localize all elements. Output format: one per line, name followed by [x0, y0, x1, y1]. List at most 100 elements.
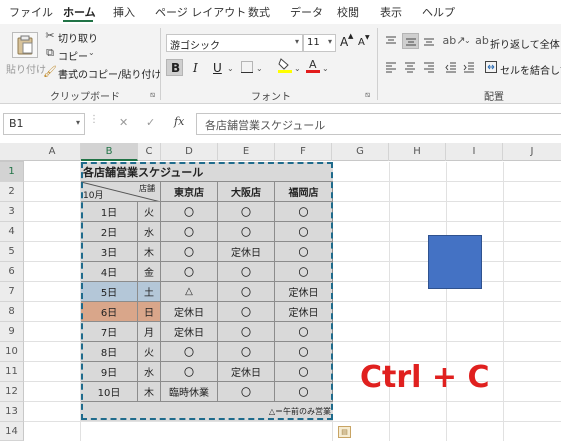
increase-indent-icon[interactable]: [462, 60, 476, 74]
row-header-8[interactable]: 8: [0, 302, 24, 322]
chevron-down-icon[interactable]: ⌄: [464, 36, 471, 45]
paste-button[interactable]: 貼り付け: [6, 61, 46, 76]
row-header-13[interactable]: 13: [0, 402, 24, 422]
table-title[interactable]: 各店舗営業スケジュール: [81, 162, 333, 182]
osaka-cell[interactable]: 〇: [218, 282, 275, 302]
align-center-icon[interactable]: [403, 60, 417, 74]
row-header-5[interactable]: 5: [0, 242, 24, 262]
chevron-down-icon[interactable]: ⌄: [227, 64, 234, 73]
cancel-icon[interactable]: ✕: [119, 116, 128, 129]
font-name-combo[interactable]: 游ゴシック ▾: [166, 34, 303, 52]
paste-options-icon[interactable]: ▤: [338, 426, 351, 438]
day-cell[interactable]: 1日: [81, 202, 138, 222]
tokyo-cell[interactable]: 〇: [161, 342, 218, 362]
font-color-icon[interactable]: A: [306, 57, 320, 73]
formula-bar-grip-icon[interactable]: ⋮: [89, 114, 99, 125]
tab-file[interactable]: ファイル: [9, 4, 53, 20]
dow-cell[interactable]: 土: [138, 282, 161, 302]
day-cell[interactable]: 7日: [81, 322, 138, 342]
cut-button[interactable]: 切り取り: [58, 30, 98, 45]
row-header-4[interactable]: 4: [0, 222, 24, 242]
align-middle-button[interactable]: [402, 33, 419, 49]
osaka-cell[interactable]: 〇: [218, 302, 275, 322]
osaka-cell[interactable]: 〇: [218, 262, 275, 282]
osaka-cell[interactable]: 〇: [218, 382, 275, 402]
chevron-down-icon[interactable]: ⌄: [322, 64, 329, 73]
fukuoka-cell[interactable]: 〇: [275, 222, 333, 242]
tab-page-layout[interactable]: ページ レイアウト: [155, 4, 246, 20]
row-header-11[interactable]: 11: [0, 362, 24, 382]
font-size-combo[interactable]: 11 ▾: [303, 34, 336, 52]
name-box[interactable]: B1 ▾: [3, 113, 85, 135]
column-header-c[interactable]: C: [138, 143, 161, 161]
borders-icon[interactable]: [240, 60, 254, 74]
fukuoka-cell[interactable]: 〇: [275, 342, 333, 362]
tab-review[interactable]: 校閲: [337, 4, 359, 20]
font-launcher-icon[interactable]: ⧅: [365, 90, 370, 100]
dow-cell[interactable]: 水: [138, 362, 161, 382]
header-diagonal-cell[interactable]: 10月 店舗: [81, 182, 161, 202]
day-cell[interactable]: 2日: [81, 222, 138, 242]
worksheet-grid[interactable]: 各店舗営業スケジュール 10月 店舗 東京店 大阪店 福岡店 1日火〇〇〇 2日水…: [24, 162, 561, 441]
fill-color-icon[interactable]: [278, 57, 292, 73]
tokyo-cell[interactable]: 〇: [161, 362, 218, 382]
fukuoka-cell[interactable]: 定休日: [275, 302, 333, 322]
column-header-b[interactable]: B: [81, 143, 138, 161]
osaka-cell[interactable]: 定休日: [218, 362, 275, 382]
column-header-e[interactable]: E: [218, 143, 275, 161]
row-header-12[interactable]: 12: [0, 382, 24, 402]
fukuoka-cell[interactable]: 〇: [275, 202, 333, 222]
tab-formulas[interactable]: 数式: [248, 4, 270, 20]
align-right-icon[interactable]: [422, 60, 436, 74]
row-header-6[interactable]: 6: [0, 262, 24, 282]
dow-cell[interactable]: 水: [138, 222, 161, 242]
column-header-i[interactable]: I: [446, 143, 503, 161]
header-fukuoka[interactable]: 福岡店: [275, 182, 333, 202]
column-header-f[interactable]: F: [275, 143, 332, 161]
day-cell[interactable]: 5日: [81, 282, 138, 302]
blue-square-shape[interactable]: [428, 235, 482, 289]
merge-center-button[interactable]: セルを結合して: [500, 62, 561, 77]
chevron-down-icon[interactable]: ⌄: [256, 64, 263, 73]
osaka-cell[interactable]: 定休日: [218, 242, 275, 262]
formula-input[interactable]: 各店舗営業スケジュール: [196, 113, 561, 135]
day-cell[interactable]: 4日: [81, 262, 138, 282]
tab-home[interactable]: ホーム: [63, 4, 96, 20]
column-header-g[interactable]: G: [332, 143, 389, 161]
fukuoka-cell[interactable]: 〇: [275, 382, 333, 402]
dow-cell[interactable]: 火: [138, 342, 161, 362]
row-header-9[interactable]: 9: [0, 322, 24, 342]
row-header-3[interactable]: 3: [0, 202, 24, 222]
bold-button[interactable]: B: [166, 59, 183, 76]
tab-view[interactable]: 表示: [380, 4, 402, 20]
osaka-cell[interactable]: 〇: [218, 202, 275, 222]
fukuoka-cell[interactable]: 〇: [275, 322, 333, 342]
shrink-font-button[interactable]: A: [358, 37, 365, 48]
day-cell[interactable]: 6日: [81, 302, 138, 322]
paste-icon[interactable]: [12, 32, 38, 58]
osaka-cell[interactable]: 〇: [218, 322, 275, 342]
grow-font-button[interactable]: A: [340, 35, 348, 49]
tokyo-cell[interactable]: 定休日: [161, 322, 218, 342]
dow-cell[interactable]: 木: [138, 242, 161, 262]
dow-cell[interactable]: 日: [138, 302, 161, 322]
underline-button[interactable]: U: [213, 61, 222, 75]
column-header-h[interactable]: H: [389, 143, 446, 161]
fukuoka-cell[interactable]: 〇: [275, 362, 333, 382]
column-header-j[interactable]: J: [503, 143, 561, 161]
format-painter-button[interactable]: 書式のコピー/貼り付け: [58, 66, 161, 81]
orientation-icon[interactable]: ab↗: [443, 33, 466, 47]
wrap-text-button[interactable]: 折り返して全体: [490, 36, 560, 51]
enter-icon[interactable]: ✓: [146, 116, 155, 129]
day-cell[interactable]: 8日: [81, 342, 138, 362]
align-bottom-icon[interactable]: [422, 34, 436, 48]
tab-data[interactable]: データ: [290, 4, 323, 20]
dow-cell[interactable]: 金: [138, 262, 161, 282]
dow-cell[interactable]: 火: [138, 202, 161, 222]
align-left-icon[interactable]: [384, 60, 398, 74]
tab-insert[interactable]: 挿入: [113, 4, 135, 20]
italic-button[interactable]: I: [193, 61, 198, 75]
dow-cell[interactable]: 月: [138, 322, 161, 342]
tab-help[interactable]: ヘルプ: [422, 4, 455, 20]
row-header-14[interactable]: 14: [0, 422, 24, 441]
